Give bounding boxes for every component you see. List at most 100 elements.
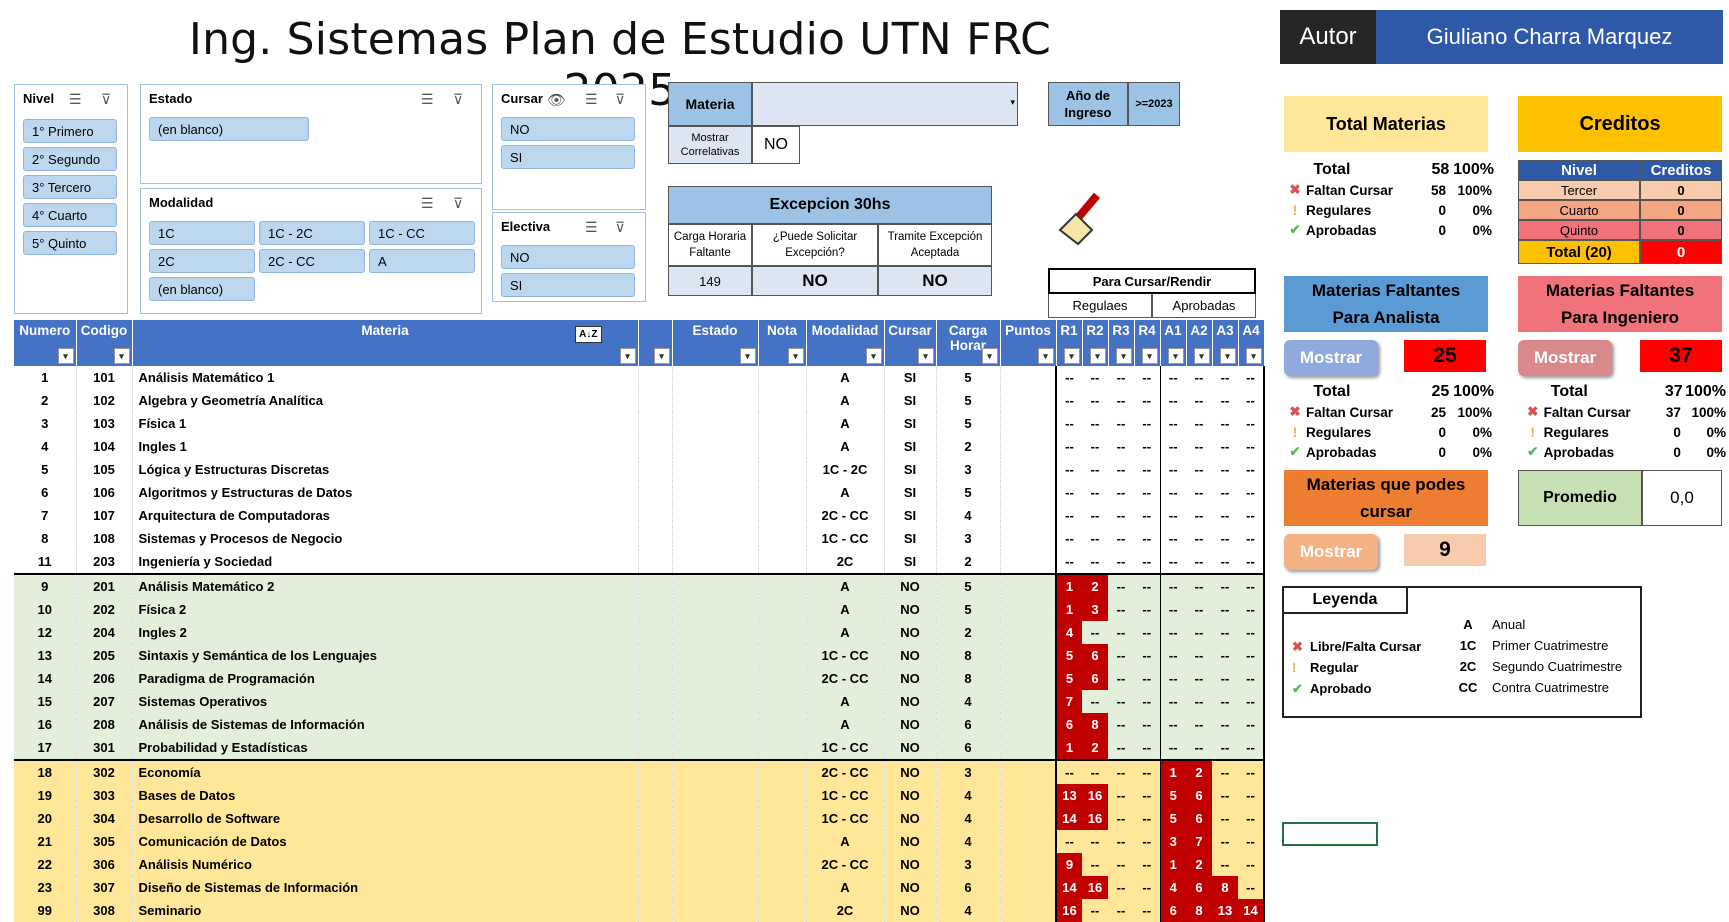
table-cell[interactable]: -- bbox=[1186, 573, 1212, 598]
table-cell[interactable]: -- bbox=[1212, 598, 1238, 621]
table-cell[interactable]: -- bbox=[1134, 598, 1160, 621]
table-row[interactable]: 4 104 Ingles 1 A SI 2 -- -- -- -- -- -- -- -- bbox=[14, 435, 1265, 458]
table-cell[interactable]: -- bbox=[1186, 504, 1212, 527]
table-cell[interactable] bbox=[672, 807, 759, 830]
table-cell[interactable]: -- bbox=[1186, 527, 1212, 550]
column-header[interactable]: A4 ▾ bbox=[1238, 320, 1265, 366]
table-cell[interactable] bbox=[758, 899, 807, 922]
slicer-item-modalidad[interactable]: 1C bbox=[149, 221, 255, 245]
selected-cell[interactable] bbox=[1282, 822, 1378, 846]
table-cell[interactable] bbox=[1000, 458, 1057, 481]
table-cell[interactable]: 308 bbox=[76, 899, 133, 922]
table-cell[interactable] bbox=[1000, 644, 1057, 667]
table-cell[interactable]: 306 bbox=[76, 853, 133, 876]
filter-dropdown-icon[interactable]: ▾ bbox=[917, 348, 934, 364]
table-cell[interactable]: NO bbox=[884, 573, 937, 598]
table-cell[interactable]: A bbox=[806, 598, 885, 621]
table-cell[interactable]: -- bbox=[1159, 412, 1186, 435]
table-cell[interactable] bbox=[672, 759, 759, 784]
table-cell[interactable] bbox=[638, 899, 673, 922]
table-cell[interactable]: -- bbox=[1186, 435, 1212, 458]
table-cell[interactable]: 14 bbox=[1055, 876, 1082, 899]
column-header[interactable]: A1 ▾ bbox=[1160, 320, 1187, 366]
table-cell[interactable] bbox=[638, 667, 673, 690]
table-cell[interactable] bbox=[1000, 366, 1057, 389]
table-row[interactable]: 11 203 Ingeniería y Sociedad 2C SI 2 -- -- -- -- -… bbox=[14, 550, 1265, 574]
table-cell[interactable]: 205 bbox=[76, 644, 133, 667]
table-cell[interactable] bbox=[1000, 667, 1057, 690]
table-cell[interactable]: -- bbox=[1082, 621, 1108, 644]
filter-dropdown-icon[interactable]: ▾ bbox=[787, 348, 804, 364]
table-cell[interactable]: NO bbox=[884, 759, 937, 784]
table-cell[interactable]: -- bbox=[1134, 899, 1160, 922]
table-cell[interactable]: A bbox=[806, 876, 885, 899]
table-cell[interactable] bbox=[638, 644, 673, 667]
table-cell[interactable]: A bbox=[806, 830, 885, 853]
table-row[interactable]: 16 208 Análisis de Sistemas de Información… bbox=[14, 713, 1265, 736]
table-cell[interactable]: -- bbox=[1055, 458, 1082, 481]
table-cell[interactable]: -- bbox=[1212, 759, 1238, 784]
filter-dropdown-icon[interactable]: ▾ bbox=[1037, 348, 1054, 364]
table-cell[interactable]: 2 bbox=[936, 550, 1001, 574]
table-cell[interactable]: 8 bbox=[936, 644, 1001, 667]
table-cell[interactable]: 4 bbox=[936, 504, 1001, 527]
table-cell[interactable]: 6 bbox=[1186, 807, 1212, 830]
table-row[interactable]: 99 308 Seminario 2C NO 4 16 -- -- -- 6 8 13 14 bbox=[14, 899, 1265, 922]
table-row[interactable]: 10 202 Física 2 A NO 5 1 3 -- -- -- -- -- -- bbox=[14, 598, 1265, 621]
table-cell[interactable]: -- bbox=[1108, 667, 1134, 690]
table-cell[interactable]: NO bbox=[884, 876, 937, 899]
table-cell[interactable]: 2C - CC bbox=[806, 504, 885, 527]
column-header[interactable]: R2 ▾ bbox=[1082, 320, 1109, 366]
table-cell[interactable]: -- bbox=[1055, 527, 1082, 550]
table-cell[interactable] bbox=[638, 481, 673, 504]
table-cell[interactable]: -- bbox=[1134, 807, 1160, 830]
table-cell[interactable]: -- bbox=[1108, 899, 1134, 922]
table-cell[interactable]: Análisis Matemático 2 bbox=[132, 573, 639, 598]
table-cell[interactable]: -- bbox=[1108, 830, 1134, 853]
table-cell[interactable]: Sistemas Operativos bbox=[132, 690, 639, 713]
slicer-item-modalidad[interactable]: 1C - 2C bbox=[259, 221, 365, 245]
table-cell[interactable]: -- bbox=[1108, 876, 1134, 899]
table-cell[interactable]: -- bbox=[1082, 412, 1108, 435]
table-cell[interactable]: -- bbox=[1238, 621, 1265, 644]
table-cell[interactable]: SI bbox=[884, 527, 937, 550]
table-cell[interactable]: 13 bbox=[1055, 784, 1082, 807]
table-cell[interactable]: A bbox=[806, 573, 885, 598]
table-cell[interactable]: 2C - CC bbox=[806, 853, 885, 876]
table-cell[interactable]: 6 bbox=[936, 876, 1001, 899]
table-row[interactable]: 23 307 Diseño de Sistemas de Información A N… bbox=[14, 876, 1265, 899]
table-cell[interactable]: -- bbox=[1055, 550, 1082, 574]
table-cell[interactable]: -- bbox=[1186, 598, 1212, 621]
table-cell[interactable]: -- bbox=[1238, 389, 1265, 412]
table-cell[interactable] bbox=[672, 412, 759, 435]
table-cell[interactable]: 106 bbox=[76, 481, 133, 504]
table-cell[interactable]: 2 bbox=[14, 389, 77, 412]
table-cell[interactable]: -- bbox=[1134, 830, 1160, 853]
table-cell[interactable] bbox=[1000, 527, 1057, 550]
table-cell[interactable]: 17 bbox=[14, 736, 77, 760]
table-cell[interactable] bbox=[758, 389, 807, 412]
table-cell[interactable]: 1C - CC bbox=[806, 807, 885, 830]
table-cell[interactable]: -- bbox=[1186, 713, 1212, 736]
column-header[interactable]: R1 ▾ bbox=[1056, 320, 1083, 366]
table-cell[interactable] bbox=[758, 598, 807, 621]
filter-dropdown-icon[interactable]: ▾ bbox=[653, 348, 670, 364]
table-cell[interactable]: NO bbox=[884, 667, 937, 690]
materia-dropdown[interactable]: ▾ bbox=[752, 82, 1018, 126]
table-cell[interactable]: -- bbox=[1082, 504, 1108, 527]
table-cell[interactable]: 6 bbox=[1186, 784, 1212, 807]
column-header[interactable]: Nota ▾ bbox=[758, 320, 807, 366]
column-header[interactable]: Carga Horar ▾ bbox=[936, 320, 1001, 366]
table-cell[interactable]: 8 bbox=[1212, 876, 1238, 899]
table-cell[interactable]: -- bbox=[1108, 621, 1134, 644]
table-cell[interactable] bbox=[638, 784, 673, 807]
table-cell[interactable]: 2C bbox=[806, 899, 885, 922]
table-cell[interactable]: Seminario bbox=[132, 899, 639, 922]
table-cell[interactable]: 101 bbox=[76, 366, 133, 389]
table-cell[interactable] bbox=[1000, 736, 1057, 760]
table-cell[interactable]: 6 bbox=[1159, 899, 1186, 922]
table-cell[interactable]: NO bbox=[884, 784, 937, 807]
table-cell[interactable]: -- bbox=[1082, 759, 1108, 784]
table-cell[interactable]: 9 bbox=[14, 573, 77, 598]
table-cell[interactable] bbox=[672, 458, 759, 481]
